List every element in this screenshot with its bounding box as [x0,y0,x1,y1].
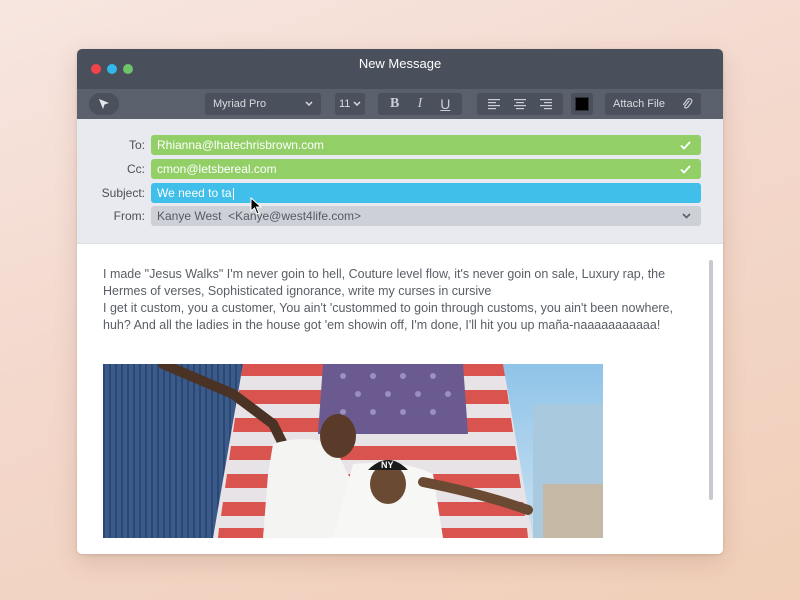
photo-image: NY [103,364,603,538]
body-paragraph: I made "Jesus Walks" I'm never goin to h… [103,267,666,298]
pointer-tool-button[interactable] [89,93,119,115]
message-headers: To: Rhianna@lhatechrisbrown.com Cc: cmon… [77,119,723,244]
align-right-icon[interactable] [539,98,553,110]
from-select[interactable]: Kanye West <Kanye@west4life.com> [151,206,701,226]
cc-value: cmon@letsbereal.com [157,162,277,176]
from-row: From: Kanye West <Kanye@west4life.com> [77,206,723,226]
subject-field[interactable]: We need to ta [151,183,701,203]
chevron-down-icon [682,206,691,226]
window-title: New Message [358,56,442,71]
underline-button[interactable]: U [433,96,457,112]
bold-button[interactable]: B [383,96,407,112]
subject-value: We need to ta [157,186,232,200]
italic-button[interactable]: I [408,96,432,112]
body-paragraph: I get it custom, you a customer, You ain… [103,301,673,332]
subject-label: Subject: [101,186,145,200]
body-scrollbar[interactable] [709,260,713,500]
checkmark-icon [680,159,691,179]
to-value: Rhianna@lhatechrisbrown.com [157,138,324,152]
to-row: To: Rhianna@lhatechrisbrown.com [77,135,723,155]
checkmark-icon [680,135,691,155]
font-family-value: Myriad Pro [213,98,267,110]
alignment-group [477,93,563,115]
cursor-arrow-icon [99,99,109,109]
mouse-cursor-icon [250,197,262,215]
align-center-icon[interactable] [513,98,527,110]
attach-file-button[interactable]: Attach File [605,93,701,115]
align-left-icon[interactable] [487,98,501,110]
font-size-select[interactable]: 11 [335,93,365,115]
text-caret [232,187,234,200]
to-field[interactable]: Rhianna@lhatechrisbrown.com [151,135,701,155]
chevron-down-icon [353,101,361,107]
body-text[interactable]: I made "Jesus Walks" I'm never goin to h… [103,266,683,334]
chevron-down-icon [305,101,313,107]
cc-row: Cc: cmon@letsbereal.com [77,159,723,179]
paperclip-icon [682,98,693,109]
from-label: From: [113,209,145,223]
embedded-photo: NY [103,364,603,538]
formatting-toolbar: Myriad Pro 11 B I U Attach File [77,89,723,119]
attach-file-label: Attach File [613,98,665,110]
subject-row: Subject: We need to ta [77,183,723,203]
font-family-select[interactable]: Myriad Pro [205,93,321,115]
cc-label: Cc: [127,162,145,176]
title-bar: New Message [77,49,723,89]
cc-field[interactable]: cmon@letsbereal.com [151,159,701,179]
compose-window: New Message Myriad Pro 11 B I U Attach F… [77,49,723,554]
cap-logo: NY [381,460,394,470]
to-label: To: [128,138,145,152]
text-style-group: B I U [378,93,462,115]
font-size-value: 11 [339,98,351,110]
message-body[interactable]: I made "Jesus Walks" I'm never goin to h… [77,244,723,554]
text-color-button[interactable] [571,93,593,115]
color-swatch [575,97,589,111]
